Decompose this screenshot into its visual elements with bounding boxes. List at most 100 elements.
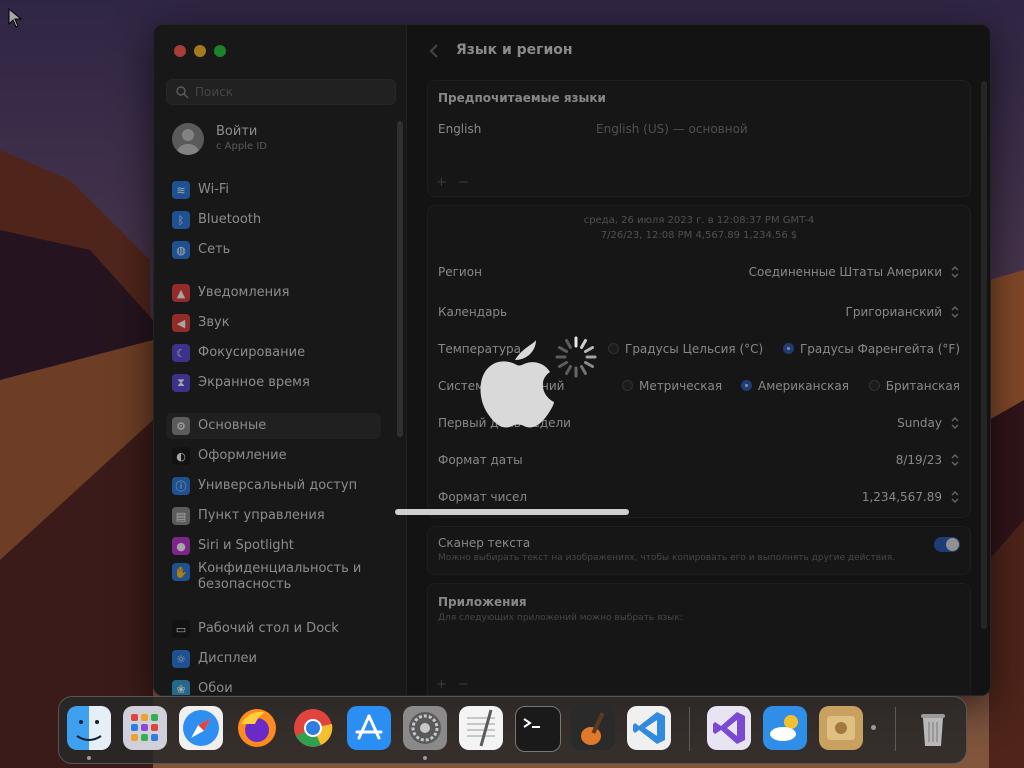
finder-icon[interactable] [67,706,111,750]
sidebar-item-label: Рабочий стол и Dock [198,621,339,636]
vscode-icon[interactable] [627,706,671,750]
sidebar-item-appearance[interactable]: ◐ Оформление [166,443,381,469]
sidebar-item-label: Wi‑Fi [198,182,230,197]
date-format-row[interactable]: Формат даты 8/19/23 [438,453,960,473]
apple-logo-icon [480,340,554,428]
chrome-icon[interactable] [291,706,335,750]
account-title: Войти [216,124,258,139]
sidebar-item-dock[interactable]: ▭ Рабочий стол и Dock [166,616,381,642]
sidebar-item-gear[interactable]: ⚙ Основные [166,413,381,439]
sidebar-item-accessibility[interactable]: ⓘ Универсальный доступ [166,473,381,499]
chevron-up-down-icon [951,266,959,278]
garageband-icon[interactable] [571,706,615,750]
sidebar-item-label: Конфиденциальность и безопасность [198,561,362,592]
sidebar-item-bluetooth[interactable]: ᛒ Bluetooth [166,207,381,233]
radio-off-icon [608,343,619,354]
live-text-toggle[interactable] [934,537,960,552]
sidebar-item-hourglass[interactable]: ⧗ Экранное время [166,370,381,396]
apple-id-account[interactable]: Войти с Apple ID [166,121,396,161]
number-format-row[interactable]: Формат чисел 1,234,567.89 [438,490,960,510]
terminal-icon[interactable] [515,706,561,752]
safari-icon[interactable] [179,706,223,750]
region-row[interactable]: Регион Соединенные Штаты Америки [438,265,960,285]
sidebar-item-speaker[interactable]: ◀ Звук [166,310,381,336]
chevron-up-down-icon [951,454,959,466]
language-detail: English (US) — основной [596,122,748,136]
back-chevron-icon[interactable] [427,43,441,59]
wifi-icon: ≋ [172,181,190,199]
sidebar-item-label: Фокусирование [198,345,306,360]
launchpad-icon[interactable] [123,706,167,750]
sidebar-item-globe[interactable]: ◍ Сеть [166,237,381,263]
celsius-radio[interactable]: Градусы Цельсия (°C) [608,342,763,356]
sidebar-item-wifi[interactable]: ≋ Wi‑Fi [166,177,381,203]
system-settings-icon[interactable] [403,706,447,750]
notification-dot [871,725,876,730]
display-icon: ☼ [172,650,190,668]
date-format-value: 8/19/23 [895,453,942,467]
sidebar-item-siri[interactable]: ● Siri и Spotlight [166,533,381,559]
sidebar-item-label: Звук [198,315,230,330]
main-scrollbar[interactable] [981,81,987,629]
fahrenheit-label: Градусы Фаренгейта (°F) [799,342,960,356]
sidebar-item-display[interactable]: ☼ Дисплеи [166,646,381,672]
metric-label: Метрическая [639,379,723,393]
radio-off-icon [622,380,633,391]
fahrenheit-radio[interactable]: Градусы Фаренгейта (°F) [782,342,960,356]
calendar-label: Календарь [438,305,508,319]
close-window-button[interactable] [174,45,186,57]
weather-icon[interactable] [763,706,807,750]
us-radio[interactable]: Американская [741,379,849,393]
zoom-window-button[interactable] [214,45,226,57]
uk-radio[interactable]: Британская [868,379,960,393]
speaker-icon: ◀ [172,314,190,332]
moon-icon: ☾ [172,344,190,362]
date-format-label: Формат даты [438,453,523,467]
sidebar-item-label: Siri и Spotlight [198,538,294,553]
calendar-value: Григорианский [845,305,942,319]
app-store-icon[interactable] [347,706,391,750]
add-application-button[interactable]: + [436,677,447,692]
region-label: Регион [438,265,482,279]
sidebar-item-hand[interactable]: ✋ Конфиденциальность и безопасность [166,559,381,599]
us-label: Американская [758,379,849,393]
radio-on-icon [782,343,794,354]
remove-language-button[interactable]: − [458,175,469,190]
account-subtitle: с Apple ID [216,141,267,152]
sidebar-item-label: Универсальный доступ [198,478,358,493]
avatar [172,123,204,155]
visual-studio-icon[interactable] [707,706,751,750]
add-language-button[interactable]: + [436,175,447,190]
globe-icon: ◍ [172,241,190,259]
minimize-window-button[interactable] [194,45,206,57]
preferred-languages-header: Предпочитаемые языки [438,91,606,105]
firefox-icon[interactable] [235,706,279,750]
calendar-row[interactable]: Календарь Григорианский [438,305,960,325]
search-icon [176,86,189,99]
applications-header: Приложения [438,595,527,609]
search-field[interactable] [166,79,396,105]
sidebar-item-bell[interactable]: ▲ Уведомления [166,280,381,306]
sidebar-item-label: Экранное время [198,375,310,390]
sidebar-scrollbar[interactable] [397,121,403,437]
search-input[interactable] [193,82,393,102]
region-value: Соединенные Штаты Америки [748,265,942,279]
bell-icon: ▲ [172,284,190,302]
celsius-label: Градусы Цельсия (°C) [625,342,764,356]
textedit-icon[interactable] [459,706,503,750]
sidebar-item-wallpaper[interactable]: ❀ Обои [166,676,381,695]
metric-radio[interactable]: Метрическая [622,379,722,393]
dock [58,696,967,764]
remove-application-button[interactable]: − [458,677,469,692]
dock-separator [895,707,896,751]
sidebar: Войти с Apple ID ≋ Wi‑Fi ᛒ Bluetooth ◍ Сеть ▲ У… [154,25,407,695]
control-center-icon: ▤ [172,507,190,525]
preview-icon[interactable] [819,706,863,750]
trash-icon[interactable] [911,706,955,750]
sidebar-item-moon[interactable]: ☾ Фокусирование [166,340,381,366]
mouse-pointer-icon [8,8,22,28]
language-row-english[interactable]: English English (US) — основной [438,122,960,142]
applications-group: Приложения Для следующих приложений можн… [427,583,971,695]
sidebar-item-label: Оформление [198,448,287,463]
sidebar-item-control-center[interactable]: ▤ Пункт управления [166,503,381,529]
